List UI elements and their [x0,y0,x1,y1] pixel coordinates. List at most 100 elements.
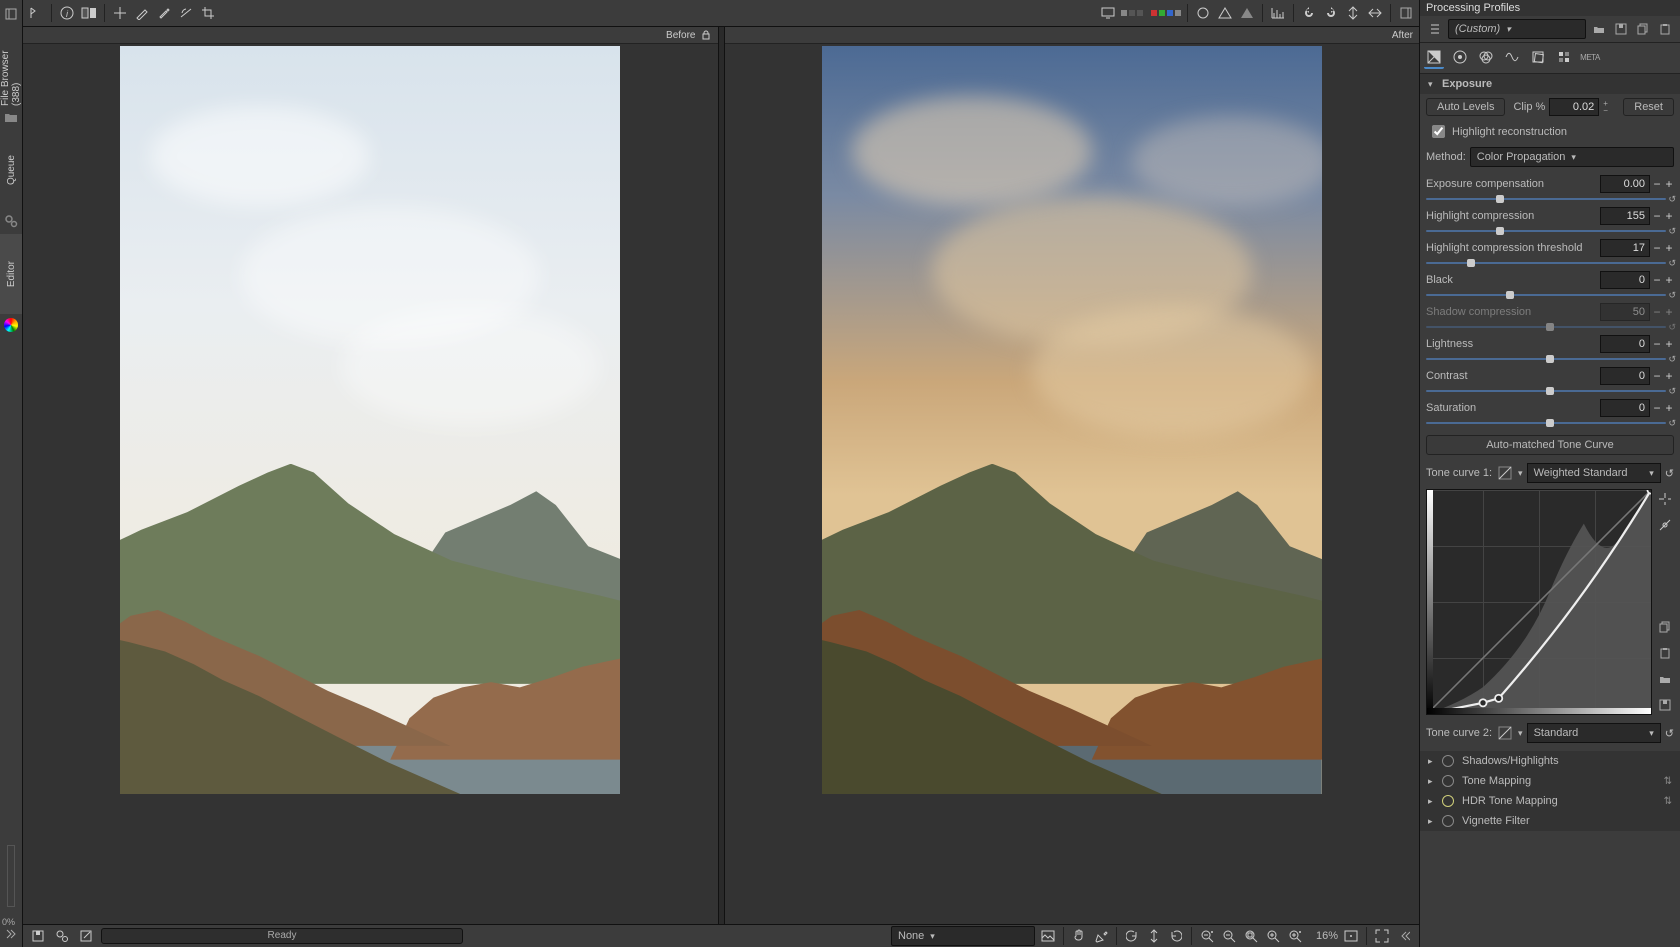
sync-icon[interactable] [1145,926,1163,946]
tab-queue[interactable]: Queue [0,130,22,210]
decrement-button[interactable]: − [1652,275,1662,285]
profile-copy-icon[interactable] [1634,19,1652,39]
curve1-expand-icon[interactable]: ▾ [1518,468,1523,479]
decrement-button[interactable]: − [1652,403,1662,413]
increment-button[interactable]: + [1664,403,1674,413]
tone-curve-editor[interactable] [1426,489,1652,715]
power-icon[interactable] [1442,815,1454,827]
curve2-expand-icon[interactable]: ▾ [1518,728,1523,739]
eyedropper-icon[interactable] [155,3,173,23]
before-canvas[interactable] [23,44,718,924]
increment-button[interactable]: + [1664,211,1674,221]
reset-icon[interactable]: ↺ [1668,290,1676,301]
save-icon[interactable] [29,926,47,946]
param-slider[interactable]: ↺ [1426,227,1674,235]
lock-icon[interactable] [700,29,712,41]
profile-select[interactable]: (Custom) [1448,19,1586,39]
straighten-icon[interactable] [177,3,195,23]
tab-detail-icon[interactable] [1450,47,1470,67]
collapse-right-icon[interactable] [1395,926,1413,946]
navigator-mode-select[interactable]: None [891,926,1035,946]
rotate-left-icon[interactable] [1300,3,1318,23]
curve2-linear-icon[interactable] [1496,723,1514,743]
tab-editor[interactable]: Editor [0,234,22,314]
curve-paste-icon[interactable] [1656,643,1674,663]
tab-color-icon[interactable] [1476,47,1496,67]
reset-icon[interactable]: ↺ [1668,354,1676,365]
rotate-right-icon[interactable] [1322,3,1340,23]
clip-input[interactable] [1549,98,1599,116]
color-picker-icon[interactable] [1092,926,1110,946]
clip-stepper[interactable]: +− [1603,100,1608,114]
zoom-fit-icon[interactable] [1242,926,1260,946]
reset-icon[interactable]: ↺ [1668,258,1676,269]
pencil-icon[interactable] [133,3,151,23]
decrement-button[interactable]: − [1652,371,1662,381]
param-slider[interactable]: ↺ [1426,355,1674,363]
param-value-input[interactable] [1600,175,1650,193]
tab-raw-icon[interactable] [1554,47,1574,67]
increment-button[interactable]: + [1664,371,1674,381]
param-slider[interactable]: ↺ [1426,259,1674,267]
decrement-button[interactable]: − [1652,179,1662,189]
reset-button[interactable]: Reset [1623,98,1674,116]
arrow-pin-icon[interactable] [27,3,45,23]
reset-icon[interactable]: ↺ [1668,226,1676,237]
highlight-recon-checkbox[interactable] [1432,125,1445,138]
increment-button[interactable]: + [1664,275,1674,285]
section-tone-mapping-header[interactable]: Tone Mapping ⇅ [1420,771,1680,791]
gamut-warning-icon[interactable] [1216,3,1234,23]
decrement-button[interactable]: − [1652,339,1662,349]
before-after-icon[interactable] [80,3,98,23]
section-exposure-header[interactable]: Exposure [1420,74,1680,94]
curve1-linear-icon[interactable] [1496,463,1514,483]
param-value-input[interactable] [1600,271,1650,289]
curve2-reset-icon[interactable]: ↺ [1665,727,1674,740]
new-window-icon[interactable] [1342,926,1360,946]
tab-file-browser[interactable]: File Browser (388) [0,26,22,106]
next-image-icon[interactable] [1167,926,1185,946]
param-slider[interactable]: ↺ [1426,387,1674,395]
softproof-icon[interactable] [1194,3,1212,23]
reset-icon[interactable]: ↺ [1668,194,1676,205]
flip-v-icon[interactable] [1344,3,1362,23]
power-icon[interactable] [1442,775,1454,787]
curve1-type-select[interactable]: Weighted Standard [1527,463,1661,483]
curve2-type-select[interactable]: Standard [1527,723,1661,743]
crosshair-icon[interactable] [111,3,129,23]
tab-meta-icon[interactable]: META [1580,47,1600,67]
expand-panel-icon[interactable] [0,923,22,945]
tab-transform-icon[interactable] [1528,47,1548,67]
auto-tone-curve-button[interactable]: Auto-matched Tone Curve [1426,435,1674,455]
param-value-input[interactable] [1600,367,1650,385]
section-vignette-header[interactable]: Vignette Filter [1420,811,1680,831]
profile-mode-icon[interactable] [1426,19,1444,39]
power-icon[interactable] [1442,755,1454,767]
right-panel-toggle-icon[interactable] [1397,3,1415,23]
reset-icon[interactable]: ↺ [1668,386,1676,397]
zoom-out-full-icon[interactable] [1198,926,1216,946]
nav-thumb-icon[interactable] [1039,926,1057,946]
tab-exposure-icon[interactable] [1424,47,1444,69]
info-icon[interactable]: i [58,3,76,23]
crop-icon[interactable] [199,3,217,23]
tab-wavelet-icon[interactable] [1502,47,1522,67]
histogram-icon[interactable] [1269,3,1287,23]
curve-edit-point-icon[interactable] [1656,515,1674,535]
zoom-in-icon[interactable] [1264,926,1282,946]
decrement-button[interactable]: − [1652,243,1662,253]
param-value-input[interactable] [1600,239,1650,257]
monitor-icon[interactable] [1099,3,1117,23]
curve-pick-icon[interactable] [1656,489,1674,509]
flip-h-icon[interactable] [1366,3,1384,23]
curve1-reset-icon[interactable]: ↺ [1665,467,1674,480]
external-editor-icon[interactable] [77,926,95,946]
increment-button[interactable]: + [1664,339,1674,349]
gamut-warning-filled-icon[interactable] [1238,3,1256,23]
decrement-button[interactable]: − [1652,211,1662,221]
zoom-out-icon[interactable] [1220,926,1238,946]
reset-icon[interactable]: ↺ [1668,418,1676,429]
pane-splitter[interactable] [718,27,725,924]
profile-save-icon[interactable] [1612,19,1630,39]
increment-button[interactable]: + [1664,243,1674,253]
